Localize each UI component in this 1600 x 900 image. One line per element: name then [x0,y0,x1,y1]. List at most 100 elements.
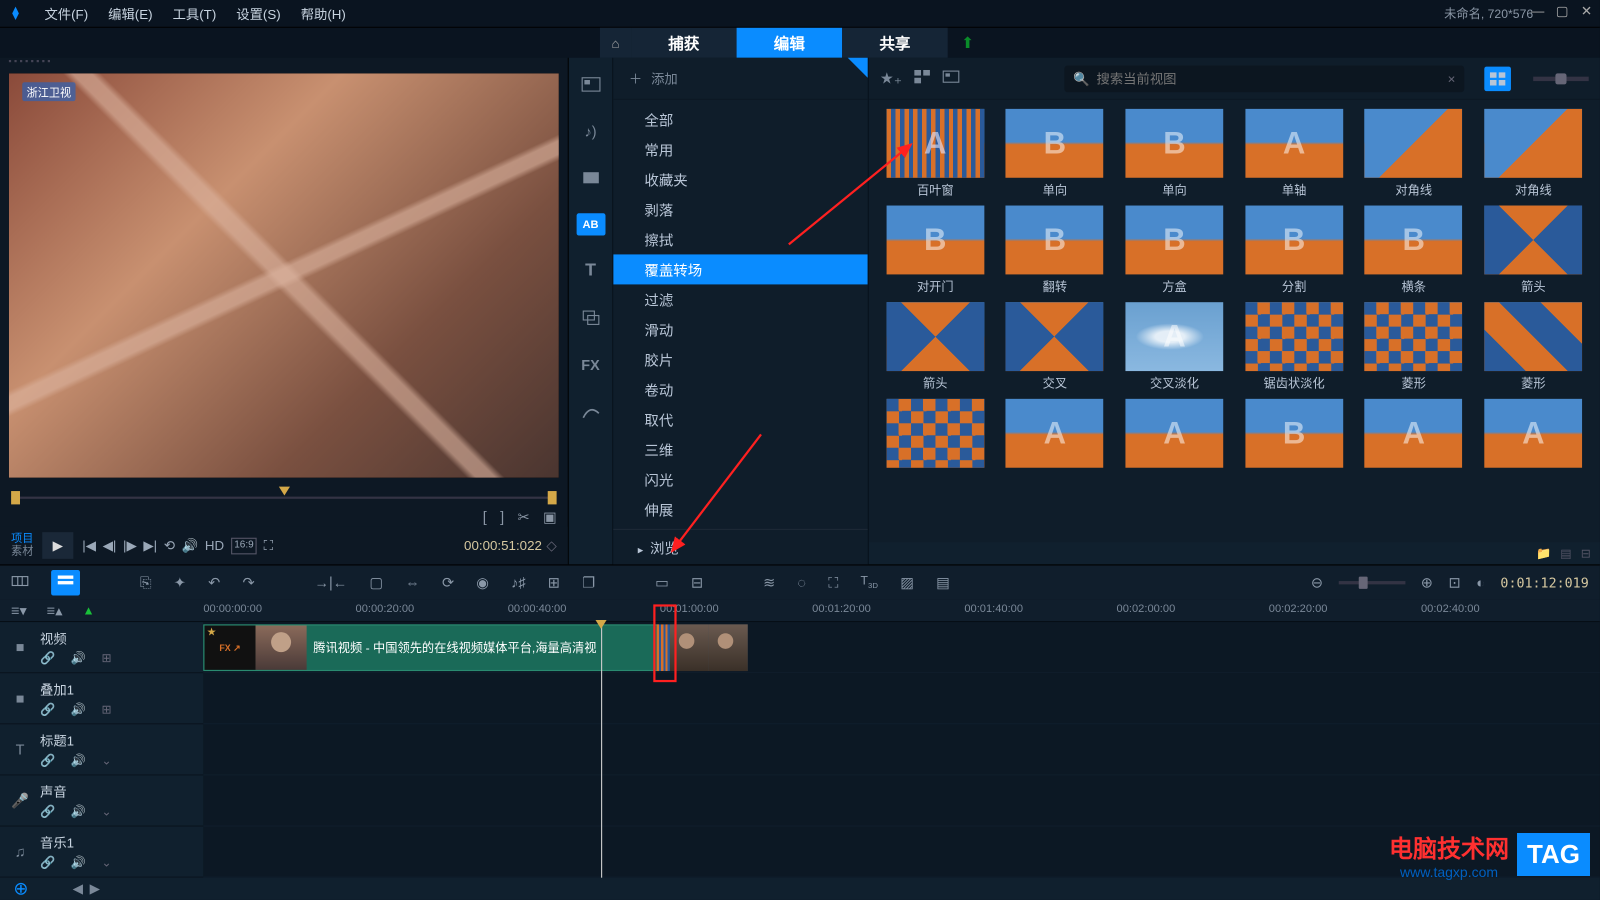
transition-thumb[interactable]: B菱形 [1476,302,1591,392]
category-item[interactable]: 三维 [613,434,867,464]
resize-icon[interactable]: ⇔ [405,574,419,591]
volume-icon[interactable]: 🔊 [182,537,199,554]
transition-thumb[interactable]: A锯齿状淡化 [1237,302,1352,392]
mute-icon[interactable]: 🔊 [71,651,86,665]
category-item[interactable]: 闪光 [613,464,867,494]
category-item[interactable]: 收藏夹 [613,164,867,194]
track-header[interactable]: ♫ 音乐1 🔗🔊⌄ [0,827,203,878]
audio-mixer-icon[interactable]: ♪♯ [511,574,525,591]
motion-icon[interactable]: ≋ [763,574,775,592]
crop-tool-icon[interactable]: ⛶ [828,574,838,592]
mute-icon[interactable]: 🔊 [71,804,86,818]
folder-icon[interactable]: 📁 [1536,546,1551,560]
video-clip-icon[interactable] [576,167,605,189]
aspect-ratio-label[interactable]: 16:9 [231,537,257,554]
undo-icon[interactable]: ↶ [208,574,220,592]
tools-icon[interactable]: ✦ [174,574,186,592]
transition-thumb[interactable]: B分割 [1237,206,1352,296]
image-tool-icon[interactable]: ▢ [369,574,383,592]
video-preview[interactable]: 浙江卫视 [9,73,559,477]
transition-thumb[interactable]: B翻转 [997,206,1112,296]
track-header[interactable]: T 标题1 🔗🔊⌄ [0,724,203,775]
category-item[interactable]: 伸展 [613,494,867,524]
hide-panel-icon[interactable]: ⊟ [1581,546,1591,560]
maximize-button[interactable]: ▢ [1553,2,1571,20]
transition-thumb[interactable]: A对角线 [1476,109,1591,199]
track-tool2-icon[interactable]: ⊟ [691,574,703,592]
browse-button[interactable]: 浏览 [613,529,867,565]
scissors-icon[interactable]: ✂ [518,509,530,527]
color-wheel-icon[interactable]: ◉ [476,574,489,592]
fit-icon[interactable]: ⊡ [1448,574,1460,592]
playhead[interactable] [601,622,602,878]
mark-in-icon[interactable]: [ [483,509,487,527]
track-lane[interactable] [203,724,1600,775]
transition-thumb[interactable]: A [1476,399,1591,471]
favorite-icon[interactable]: ★₊ [880,69,902,88]
link-icon[interactable]: 🔗 [40,651,55,665]
minimize-button[interactable]: — [1529,2,1547,20]
media-icon[interactable] [576,73,605,95]
transition-thumb[interactable]: A菱形 [1356,302,1471,392]
transition-thumb[interactable]: B单向 [1117,109,1232,199]
scroll-left-icon[interactable]: ◀ [73,881,83,897]
lock-icon[interactable]: ⌄ [102,753,112,767]
search-input[interactable] [1097,71,1441,87]
details-icon[interactable]: ▤ [1560,546,1572,560]
search-box[interactable]: 🔍 × [1064,65,1464,92]
home-button[interactable]: ⌂ [600,27,631,58]
transition-thumb[interactable]: A交叉淡化 [1117,302,1232,392]
transition-thumb[interactable]: A [1356,399,1471,471]
link-icon[interactable]: 🔗 [40,753,55,767]
lock-icon[interactable]: ⌄ [102,804,112,818]
transition-thumb[interactable]: A对角线 [1356,109,1471,199]
copy-icon[interactable]: ⎘ [140,574,152,592]
transition-thumb[interactable]: A [997,399,1112,471]
category-item[interactable]: 卷动 [613,374,867,404]
category-item[interactable]: 取代 [613,404,867,434]
transition-thumb[interactable]: B方盒 [1117,206,1232,296]
lock-icon[interactable]: ⊞ [102,702,112,716]
title-icon[interactable]: T [576,260,605,282]
transition-thumb[interactable]: B箭头 [878,302,993,392]
category-item[interactable]: 胶片 [613,344,867,374]
overlay-icon[interactable] [576,307,605,329]
mute-icon[interactable]: 🔊 [71,855,86,869]
clear-search-icon[interactable]: × [1448,71,1456,87]
category-item[interactable]: 滑动 [613,314,867,344]
tab-edit[interactable]: 编辑 [737,27,843,58]
track-header[interactable]: ■ 视频 🔗🔊⊞ [0,622,203,673]
goto-marker-icon[interactable]: →|← [315,574,348,591]
transition-thumb[interactable]: B单向 [997,109,1112,199]
zoom-out-icon[interactable]: ⊖ [1311,574,1323,592]
menu-tools[interactable]: 工具(T) [164,2,225,25]
apply-all-icon[interactable] [942,69,960,88]
crop-icon[interactable]: ▣ [543,509,557,527]
close-button[interactable]: ✕ [1578,2,1596,20]
screen-rec-icon[interactable]: ▤ [936,574,950,592]
track-header[interactable]: 🎤 声音 🔗🔊⌄ [0,775,203,826]
timeline-view-icon[interactable] [51,570,80,596]
add-track-button[interactable]: ⊕ [13,878,28,900]
loop-icon[interactable]: ⟲ [164,537,175,554]
link-icon[interactable]: 🔗 [40,702,55,716]
link-icon[interactable]: 🔗 [40,855,55,869]
menu-help[interactable]: 帮助(H) [292,2,355,25]
transition-thumb[interactable]: A [878,399,993,471]
list-collapse-icon[interactable]: ≡▴ [47,602,63,620]
transition-thumb[interactable]: B [1237,399,1352,471]
tracker-icon[interactable]: ◌ [797,574,806,591]
goto-end-icon[interactable]: ▶| [143,537,157,554]
category-item[interactable]: 全部 [613,104,867,134]
paint-icon[interactable]: ▨ [900,574,914,592]
preview-timecode[interactable]: 00:00:51:022◇ [464,538,557,554]
transition-indicator[interactable] [657,624,670,671]
menu-edit[interactable]: 编辑(E) [99,2,161,25]
tab-capture[interactable]: 捕获 [631,27,737,58]
category-item[interactable]: 剥落 [613,194,867,224]
clock-icon[interactable]: ◐ [1476,574,1485,591]
transition-thumb[interactable]: B交叉 [997,302,1112,392]
lock-icon[interactable]: ⌄ [102,855,112,869]
transition-thumb[interactable]: B横条 [1356,206,1471,296]
video-clip[interactable] [670,624,748,671]
